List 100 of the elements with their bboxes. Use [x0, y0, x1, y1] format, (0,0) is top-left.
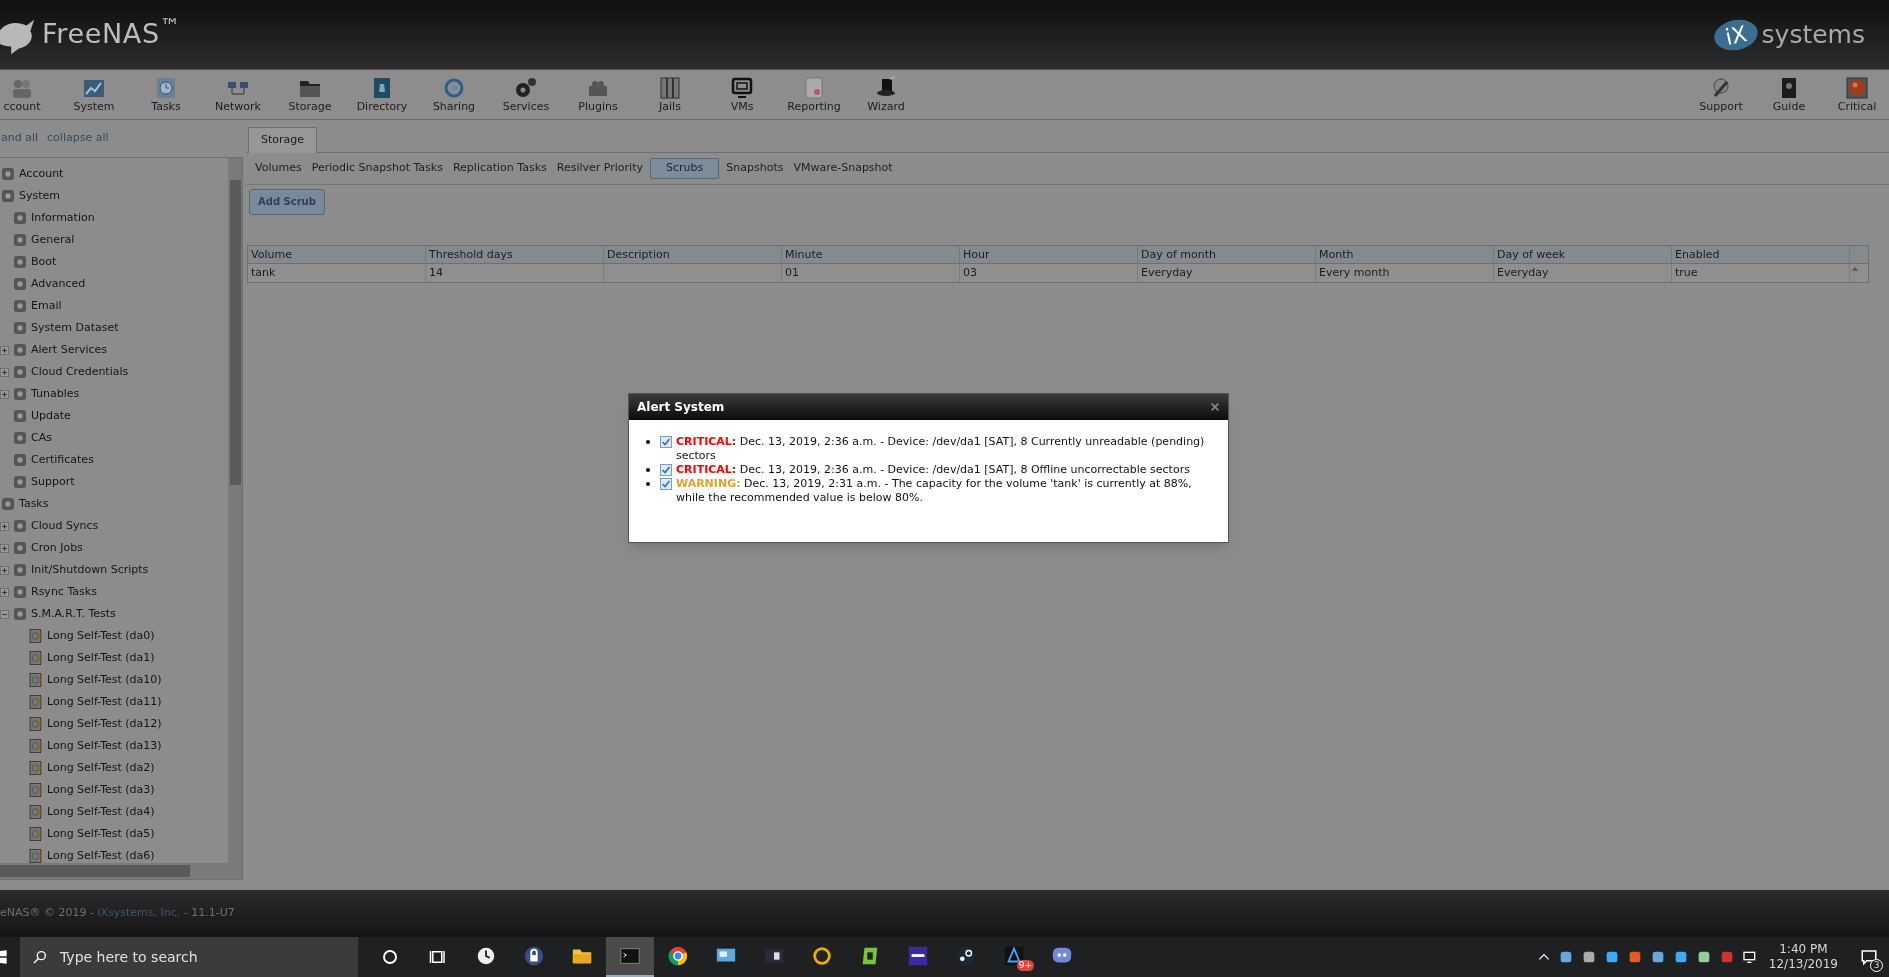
tree-item[interactable]: Cloud Syncs	[31, 517, 99, 535]
toolbar-button[interactable]: Critical	[1823, 70, 1889, 119]
horizontal-scrollbar[interactable]	[0, 863, 228, 879]
subtab[interactable]: Replication Tasks	[449, 158, 550, 179]
tree-item[interactable]: Cron Jobs	[31, 539, 83, 557]
toolbar-button[interactable]: System	[58, 70, 130, 119]
tree-item[interactable]: Account	[19, 165, 64, 183]
expand-toggle-icon[interactable]	[0, 389, 9, 399]
tree-item[interactable]: Long Self-Test (da12)	[47, 715, 162, 733]
table-cell: 03	[960, 264, 1138, 282]
tree-item[interactable]: General	[31, 231, 75, 249]
tree-item[interactable]: Support	[31, 473, 75, 491]
toolbar-button[interactable]: Wizard	[850, 70, 922, 119]
taskbar-app-button[interactable]	[606, 937, 654, 977]
tree-item[interactable]: Advanced	[31, 275, 86, 293]
item-icon	[12, 606, 28, 622]
tree-item[interactable]: CAs	[31, 429, 52, 447]
tab[interactable]: Storage	[248, 127, 318, 153]
taskbar-search-field[interactable]: Type here to search	[20, 937, 358, 977]
expand-toggle-icon[interactable]	[0, 521, 9, 531]
item-icon	[0, 496, 16, 512]
expand-toggle-icon[interactable]	[0, 345, 9, 355]
subtab[interactable]: VMware-Snapshot	[790, 158, 896, 179]
tree-item[interactable]: Certificates	[31, 451, 94, 469]
tree-item[interactable]: Boot	[31, 253, 57, 271]
tree-item[interactable]: Cloud Credentials	[31, 363, 129, 381]
subtab[interactable]: Scrubs	[650, 158, 720, 179]
tree-item[interactable]: Long Self-Test (da1)	[47, 649, 155, 667]
bullet-icon	[646, 440, 650, 444]
action-center-button[interactable]: 3	[1849, 937, 1889, 977]
item-icon	[0, 166, 16, 182]
column-header[interactable]: Description	[604, 246, 782, 263]
collapse-all-link[interactable]: collapse all	[47, 130, 109, 147]
column-header[interactable]: Threshold days	[426, 246, 604, 263]
tree-item[interactable]: Rsync Tasks	[31, 583, 97, 601]
lock-icon	[523, 945, 545, 967]
toolbar-button[interactable]: Network	[202, 70, 274, 119]
add-scrub-button[interactable]: Add Scrub	[249, 188, 325, 215]
checkbox[interactable]	[660, 436, 672, 448]
tree-item[interactable]: Information	[31, 209, 95, 227]
toolbar-button[interactable]: Plugins	[562, 70, 634, 119]
vertical-scrollbar[interactable]	[228, 158, 242, 879]
tree-item[interactable]: Update	[31, 407, 71, 425]
taskbar-clock[interactable]: 1:40 PM 12/13/2019	[1764, 942, 1842, 972]
expand-toggle-icon[interactable]	[0, 367, 9, 377]
expand-toggle-icon[interactable]	[0, 565, 9, 575]
tree-item[interactable]: Init/Shutdown Scripts	[31, 561, 149, 579]
taskbar-app-button[interactable]: 9+	[990, 937, 1038, 977]
column-header[interactable]: Enabled	[1672, 246, 1850, 263]
network-monitor-icon[interactable]	[1741, 949, 1758, 965]
tree-item[interactable]: Long Self-Test (da13)	[47, 737, 162, 755]
toolbar-button[interactable]: Sharing	[418, 70, 490, 119]
subtab[interactable]: Resilver Priority	[553, 158, 646, 179]
toolbar-button[interactable]: Tasks	[130, 70, 202, 119]
toolbar-button[interactable]: ccount	[0, 70, 58, 119]
tree-item[interactable]: System	[19, 187, 61, 205]
tree-item[interactable]: Long Self-Test (da6)	[47, 847, 155, 865]
column-header[interactable]: Day of month	[1138, 246, 1316, 263]
subtab[interactable]: Periodic Snapshot Tasks	[308, 158, 446, 179]
column-header[interactable]: Minute	[782, 246, 960, 263]
tree-item[interactable]: Long Self-Test (da10)	[47, 671, 162, 689]
scrollbar-thumb[interactable]	[229, 180, 241, 485]
toolbar-button[interactable]: Support	[1687, 70, 1755, 119]
checkbox[interactable]	[660, 464, 672, 476]
tree-item[interactable]: Tasks	[19, 495, 49, 513]
tree-item[interactable]: Long Self-Test (da2)	[47, 759, 155, 777]
tree-item[interactable]: Long Self-Test (da5)	[47, 825, 155, 843]
terminal-icon	[619, 945, 641, 967]
toolbar-button[interactable]: Directory	[346, 70, 418, 119]
column-header[interactable]: Month	[1316, 246, 1494, 263]
close-icon[interactable]	[1210, 402, 1220, 412]
subtab[interactable]: Snapshots	[723, 158, 787, 179]
expand-toggle-icon[interactable]	[0, 587, 9, 597]
toolbar-button[interactable]: Storage	[274, 70, 346, 119]
toolbar-button[interactable]: Guide	[1755, 70, 1823, 119]
tree-item[interactable]: System Dataset	[31, 319, 119, 337]
tree-item[interactable]: Long Self-Test (da4)	[47, 803, 155, 821]
clock-icon	[154, 75, 178, 100]
bullet-icon	[646, 468, 650, 472]
column-header[interactable]: Hour	[960, 246, 1138, 263]
column-header[interactable]: Volume	[248, 246, 426, 263]
expand-all-link[interactable]: and all	[1, 130, 39, 147]
column-header[interactable]: Day of week	[1494, 246, 1672, 263]
subtab[interactable]: Volumes	[252, 158, 305, 179]
expand-toggle-icon[interactable]	[0, 543, 9, 553]
tree-item[interactable]: S.M.A.R.T. Tests	[31, 605, 116, 623]
tree-item[interactable]: Long Self-Test (da11)	[47, 693, 162, 711]
checkbox[interactable]	[660, 478, 672, 490]
tree-item[interactable]: Tunables	[31, 385, 80, 403]
toolbar-button[interactable]: Jails	[634, 70, 706, 119]
toolbar-button[interactable]: Services	[490, 70, 562, 119]
tree-item[interactable]: Email	[31, 297, 62, 315]
tree-item[interactable]: Alert Services	[31, 341, 108, 359]
toolbar-button[interactable]: VMs	[706, 70, 778, 119]
item-icon	[12, 276, 28, 292]
toolbar-button[interactable]: Reporting	[778, 70, 850, 119]
tree-item[interactable]: Long Self-Test (da3)	[47, 781, 155, 799]
collapse-toggle-icon[interactable]	[0, 609, 9, 619]
scrollbar-thumb[interactable]	[0, 865, 190, 877]
tree-item[interactable]: Long Self-Test (da0)	[47, 627, 155, 645]
